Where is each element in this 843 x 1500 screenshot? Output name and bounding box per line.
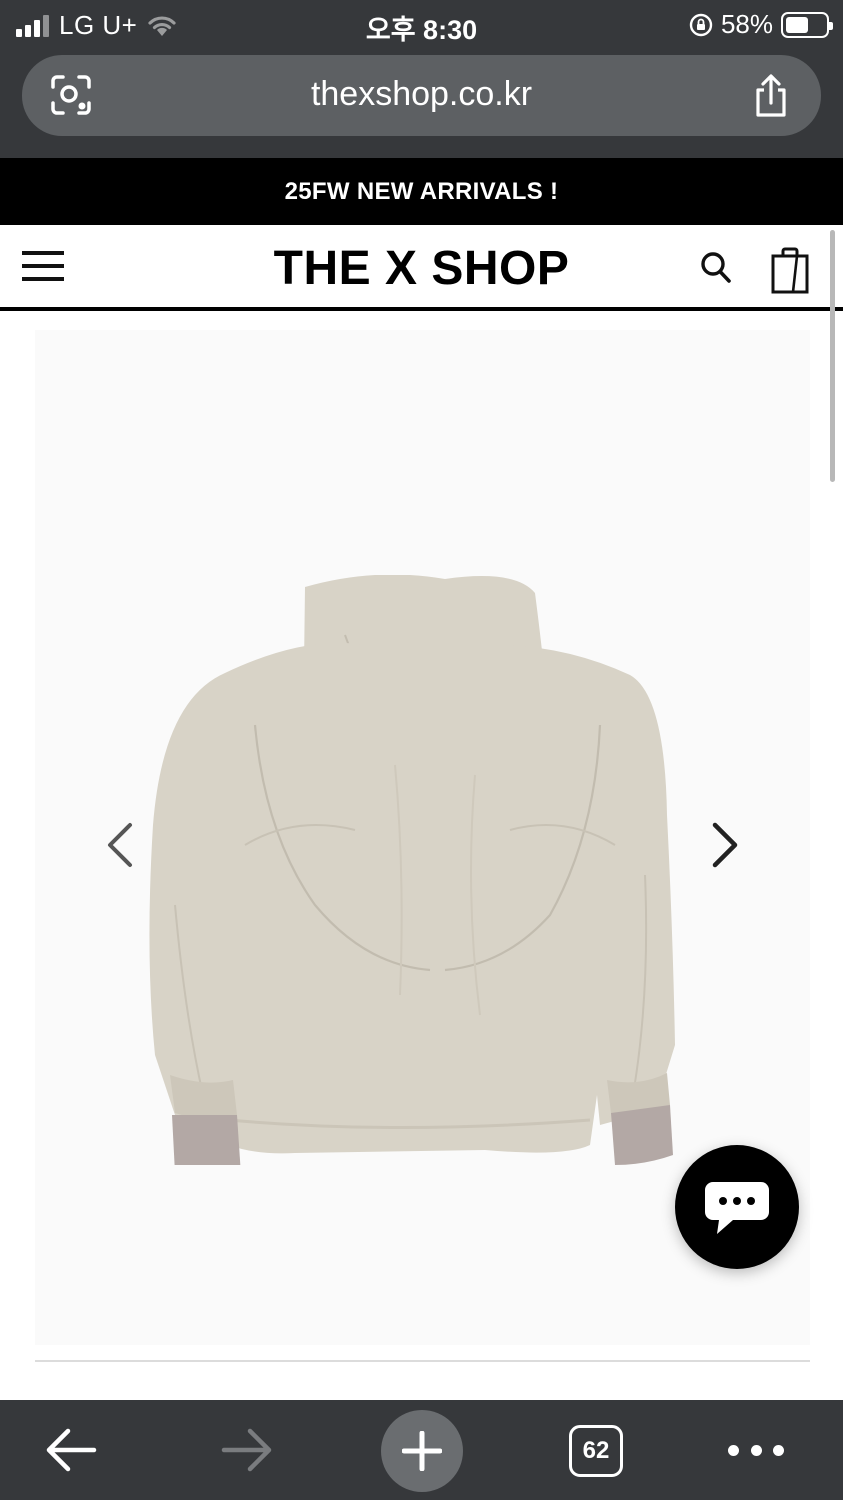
browser-bottom-toolbar: 62 (0, 1400, 843, 1500)
chat-button[interactable] (675, 1145, 799, 1269)
orientation-lock-icon (689, 13, 713, 36)
more-icon[interactable] (728, 1442, 784, 1458)
url-text[interactable]: thexshop.co.kr (22, 75, 821, 114)
battery-icon (781, 11, 833, 38)
arrow-left-icon[interactable] (42, 1425, 100, 1475)
status-bar: LG U+ 오후 8:30 58% (0, 0, 843, 48)
chevron-right-icon[interactable] (705, 820, 745, 870)
chat-bubble-icon (705, 1182, 769, 1234)
battery-fill (786, 16, 808, 33)
share-icon[interactable] (751, 73, 791, 119)
new-tab-button[interactable] (381, 1410, 463, 1492)
hooded-jacket-back-view (149, 575, 675, 1165)
chevron-left-icon[interactable] (100, 820, 140, 870)
announcement-bar[interactable]: 25FW NEW ARRIVALS ! (0, 158, 843, 225)
arrow-right-icon[interactable] (218, 1425, 276, 1475)
status-right: 58% (689, 9, 833, 40)
page-scrollbar[interactable] (830, 230, 835, 482)
search-icon[interactable] (700, 251, 732, 285)
section-divider (35, 1360, 810, 1362)
address-bar[interactable]: thexshop.co.kr (22, 55, 821, 136)
battery-percent: 58% (720, 9, 773, 39)
tab-count-button[interactable]: 62 (569, 1425, 623, 1477)
plus-icon (402, 1431, 442, 1471)
browser-top-chrome: LG U+ 오후 8:30 58% thexshop.co.kr (0, 0, 843, 158)
site-header: THE X SHOP (0, 225, 843, 311)
shopping-bag-icon[interactable] (770, 245, 810, 295)
